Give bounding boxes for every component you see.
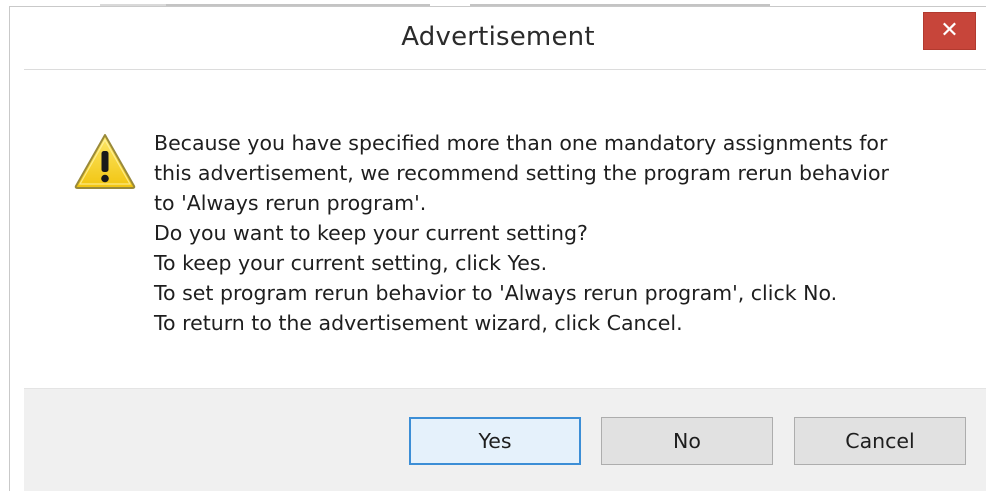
message-line: Because you have specified more than one… bbox=[154, 131, 888, 155]
yes-button[interactable]: Yes bbox=[409, 417, 581, 465]
advertisement-dialog: Advertisement ✕ Because you have specifi bbox=[9, 6, 986, 491]
message-line: Do you want to keep your current setting… bbox=[154, 221, 588, 245]
warning-icon bbox=[73, 132, 137, 190]
dialog-title: Advertisement bbox=[401, 22, 595, 52]
message-line: this advertisement, we recommend setting… bbox=[154, 161, 889, 185]
dialog-message: Because you have specified more than one… bbox=[154, 128, 954, 338]
dialog-button-bar: Yes No Cancel bbox=[24, 388, 986, 491]
message-line: To keep your current setting, click Yes. bbox=[154, 251, 548, 275]
dialog-content: Because you have specified more than one… bbox=[24, 69, 986, 388]
cancel-button[interactable]: Cancel bbox=[794, 417, 966, 465]
message-line: To set program rerun behavior to 'Always… bbox=[154, 281, 838, 305]
message-line: To return to the advertisement wizard, c… bbox=[154, 311, 683, 335]
close-button[interactable]: ✕ bbox=[923, 12, 976, 50]
close-icon: ✕ bbox=[940, 18, 959, 43]
no-button[interactable]: No bbox=[601, 417, 773, 465]
dialog-titlebar[interactable]: Advertisement ✕ bbox=[10, 7, 986, 69]
message-line: to 'Always rerun program'. bbox=[154, 191, 427, 215]
